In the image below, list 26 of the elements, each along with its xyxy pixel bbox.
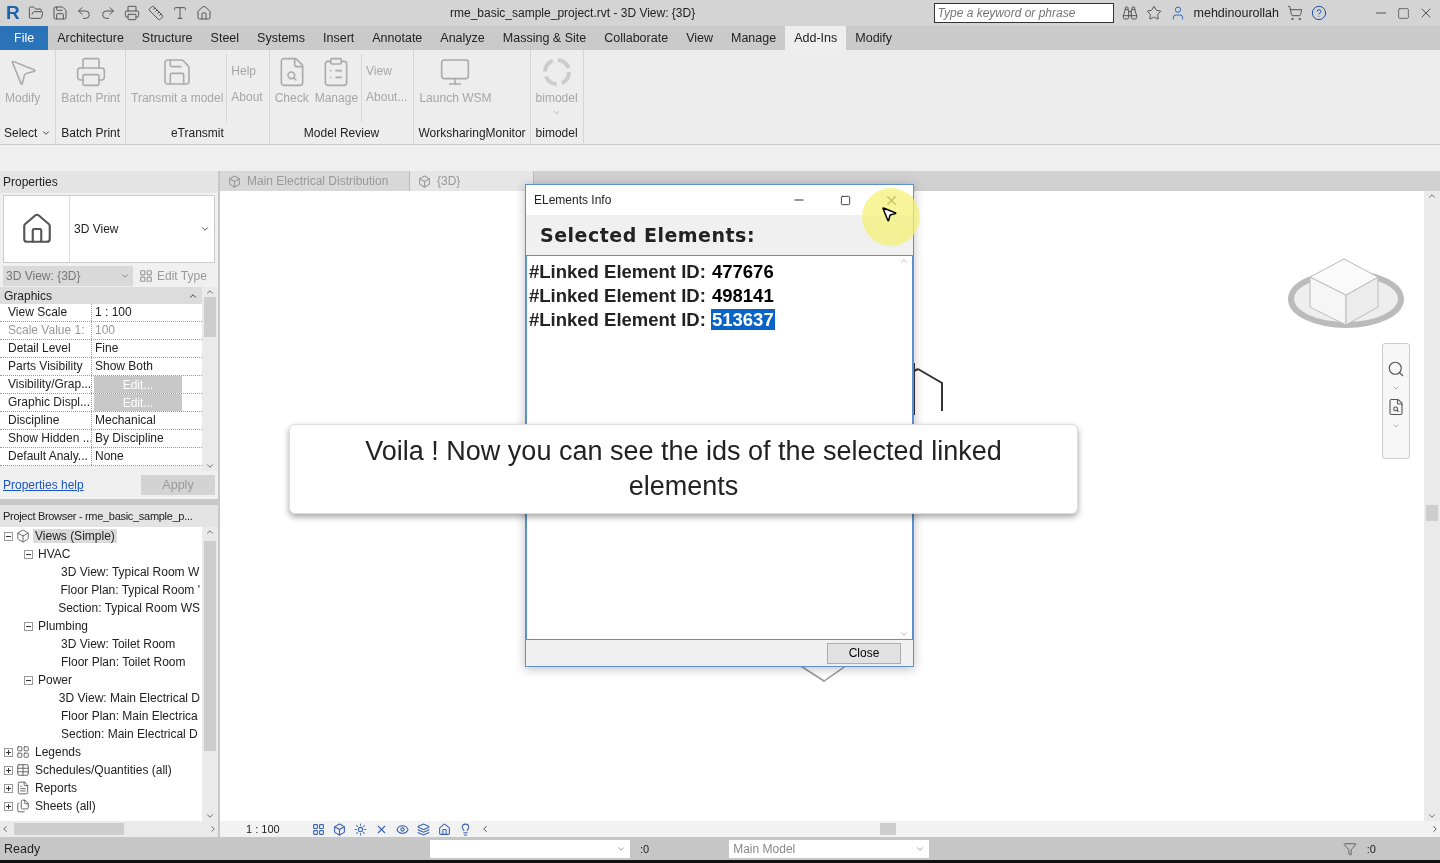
- element-id-line: #Linked Element ID: 513637: [529, 308, 776, 332]
- panel-title: Model Review: [303, 126, 380, 140]
- property-name: Show Hidden ...: [0, 430, 92, 447]
- property-name: Visibility/Grap...: [0, 376, 92, 393]
- status-text: Ready: [4, 841, 42, 856]
- dialog-heading: Selected Elements:: [539, 223, 755, 248]
- property-name: Graphic Displ...: [0, 394, 92, 411]
- property-name: Scale Value 1:: [0, 322, 92, 339]
- panel-title: bimodel: [535, 126, 578, 140]
- panel-title: Batch Print: [61, 126, 121, 140]
- panel-title: eTransmit: [170, 126, 224, 140]
- panel-title: Properties: [0, 171, 218, 193]
- property-name: Discipline: [0, 412, 92, 429]
- element-id-line: #Linked Element ID: 477676: [529, 260, 775, 284]
- property-name: Parts Visibility: [0, 358, 92, 375]
- property-name: Default Analy...: [0, 448, 92, 465]
- property-name: Detail Level: [0, 340, 92, 357]
- filter-count: :0: [1366, 842, 1376, 855]
- dialog-title: ELements Info: [534, 193, 613, 207]
- caption-toast: Voila ! Now you can see the ids of the selected linked elements: [289, 424, 1078, 514]
- element-id-line: #Linked Element ID: 498141: [529, 284, 775, 308]
- panel-title: WorksharingMonitor: [418, 126, 526, 140]
- panel-title: Project Browser - rme_basic_sample_p...: [0, 505, 218, 527]
- selection-count: :0: [640, 842, 650, 855]
- property-name: View Scale: [0, 304, 92, 321]
- window-title: rme_basic_sample_project.rvt - 3D View: {3D}: [449, 6, 697, 20]
